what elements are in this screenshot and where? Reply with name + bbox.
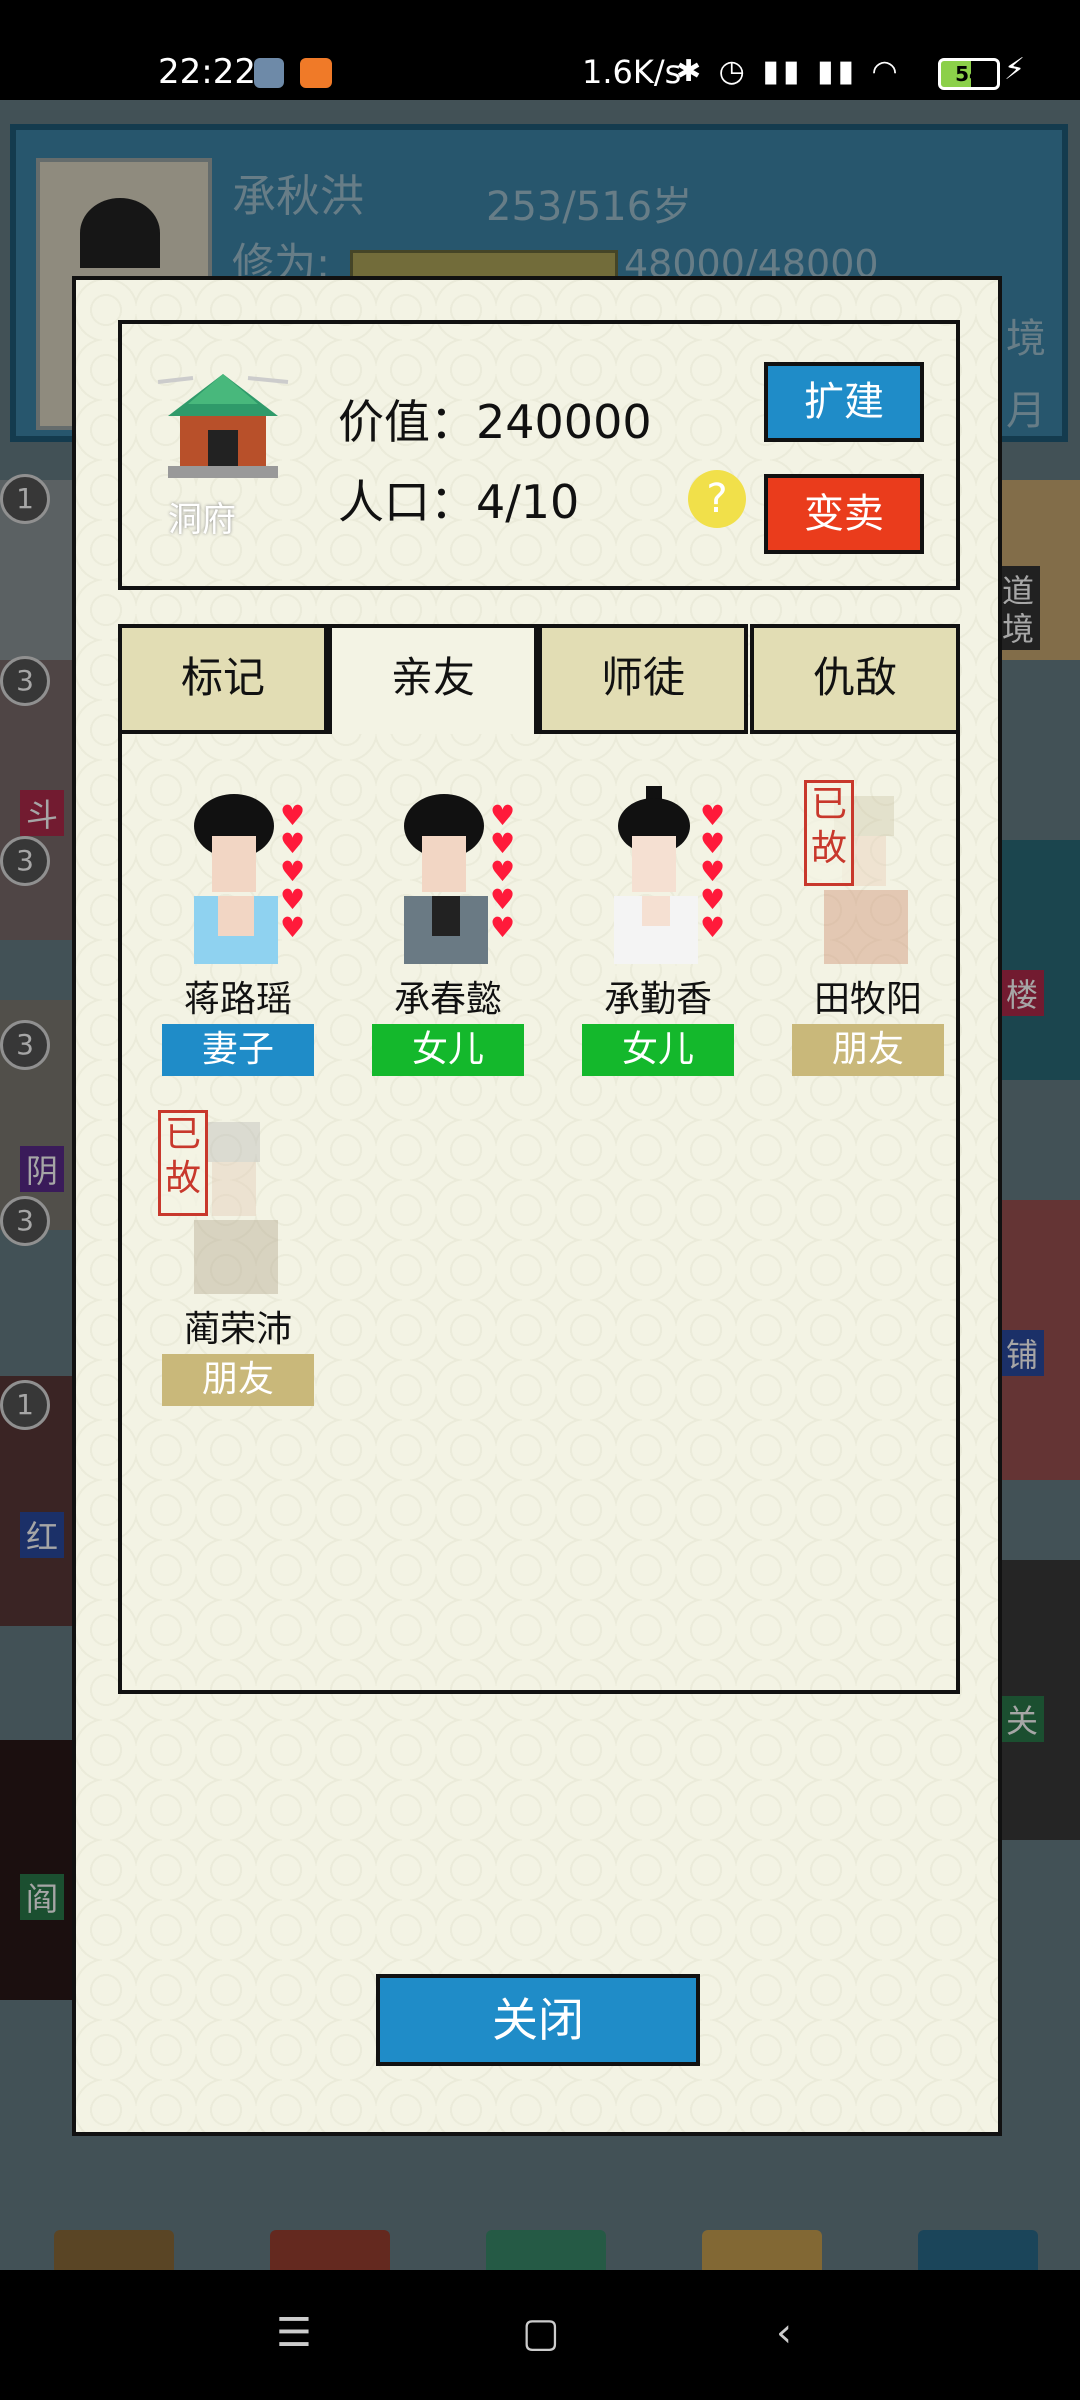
charging-icon: ⚡ [1004,52,1026,87]
close-button[interactable]: 关闭 [376,1974,700,2066]
heart-icon: ♥ ♥ ♥ ♥ ♥ [700,799,726,944]
person-name: 承勤香 [603,979,712,1020]
help-icon[interactable]: ? [688,470,746,528]
tab-friends[interactable]: 亲友 [328,624,538,734]
relation-list: ♥ ♥ ♥ ♥ ♥ 蒋路瑶 妻子 ♥ ♥ ♥ ♥ ♥ 承春懿 女儿 ♥ ♥ ♥ … [118,730,960,1694]
person-card[interactable]: 已故 田牧阳 朋友 [788,780,948,1116]
heart-icon: ♥ ♥ ♥ ♥ ♥ [280,799,306,944]
person-card[interactable]: 已故 蔺荣沛 朋友 [158,1110,318,1446]
network-speed: 1.6K/s [582,53,682,91]
person-card[interactable]: ♥ ♥ ♥ ♥ ♥ 蒋路瑶 妻子 [158,786,318,1116]
heart-icon: ♥ ♥ ♥ ♥ ♥ [490,799,516,944]
person-name: 蔺荣沛 [183,1309,292,1350]
status-bar: 22:22 1.6K/s ✱ ◷ ▮▮ ▮▮ ◠ 54 ⚡ [0,0,1080,100]
settings-notification-icon [254,58,284,88]
battery-icon: 54 [938,58,1000,90]
menu-icon[interactable]: ☰ [276,2310,312,2356]
person-card[interactable]: ♥ ♥ ♥ ♥ ♥ 承春懿 女儿 [368,786,528,1116]
cave-label: 洞府 [168,500,236,540]
tab-master-disciple[interactable]: 师徒 [538,624,748,734]
person-card[interactable]: ♥ ♥ ♥ ♥ ♥ 承勤香 女儿 [578,786,738,1116]
clock: 22:22 [158,52,256,92]
expand-button[interactable]: 扩建 [764,362,924,442]
cave-dialog: 洞府 价值：240000 人口：4/10 ? 扩建 变卖 标记 亲友 师徒 仇敌… [72,276,1002,2136]
system-status-icons: ✱ ◷ ▮▮ ▮▮ ◠ [676,54,902,89]
home-icon[interactable]: ▢ [522,2310,560,2356]
tab-enemies[interactable]: 仇敌 [750,624,960,734]
cave-population: 人口：4/10 [338,475,580,529]
system-nav-bar: ☰ ▢ ‹ [0,2270,1080,2400]
deceased-stamp: 已故 [158,1110,208,1216]
tab-mark[interactable]: 标记 [118,624,328,734]
deceased-stamp: 已故 [804,780,854,886]
relation-tabs: 标记 亲友 师徒 仇敌 [118,624,960,734]
relation-badge: 女儿 [582,1024,734,1076]
relation-badge: 朋友 [792,1024,944,1076]
person-name: 承春懿 [393,979,502,1020]
app-notification-icon [300,58,332,88]
back-icon[interactable]: ‹ [776,2310,792,2356]
relation-badge: 妻子 [162,1024,314,1076]
relation-badge: 朋友 [162,1354,314,1406]
cave-info-box: 洞府 价值：240000 人口：4/10 ? 扩建 变卖 [118,320,960,590]
sell-button[interactable]: 变卖 [764,474,924,554]
relation-badge: 女儿 [372,1024,524,1076]
person-name: 蒋路瑶 [183,979,292,1020]
cave-value: 价值：240000 [338,395,652,449]
person-name: 田牧阳 [813,979,922,1020]
